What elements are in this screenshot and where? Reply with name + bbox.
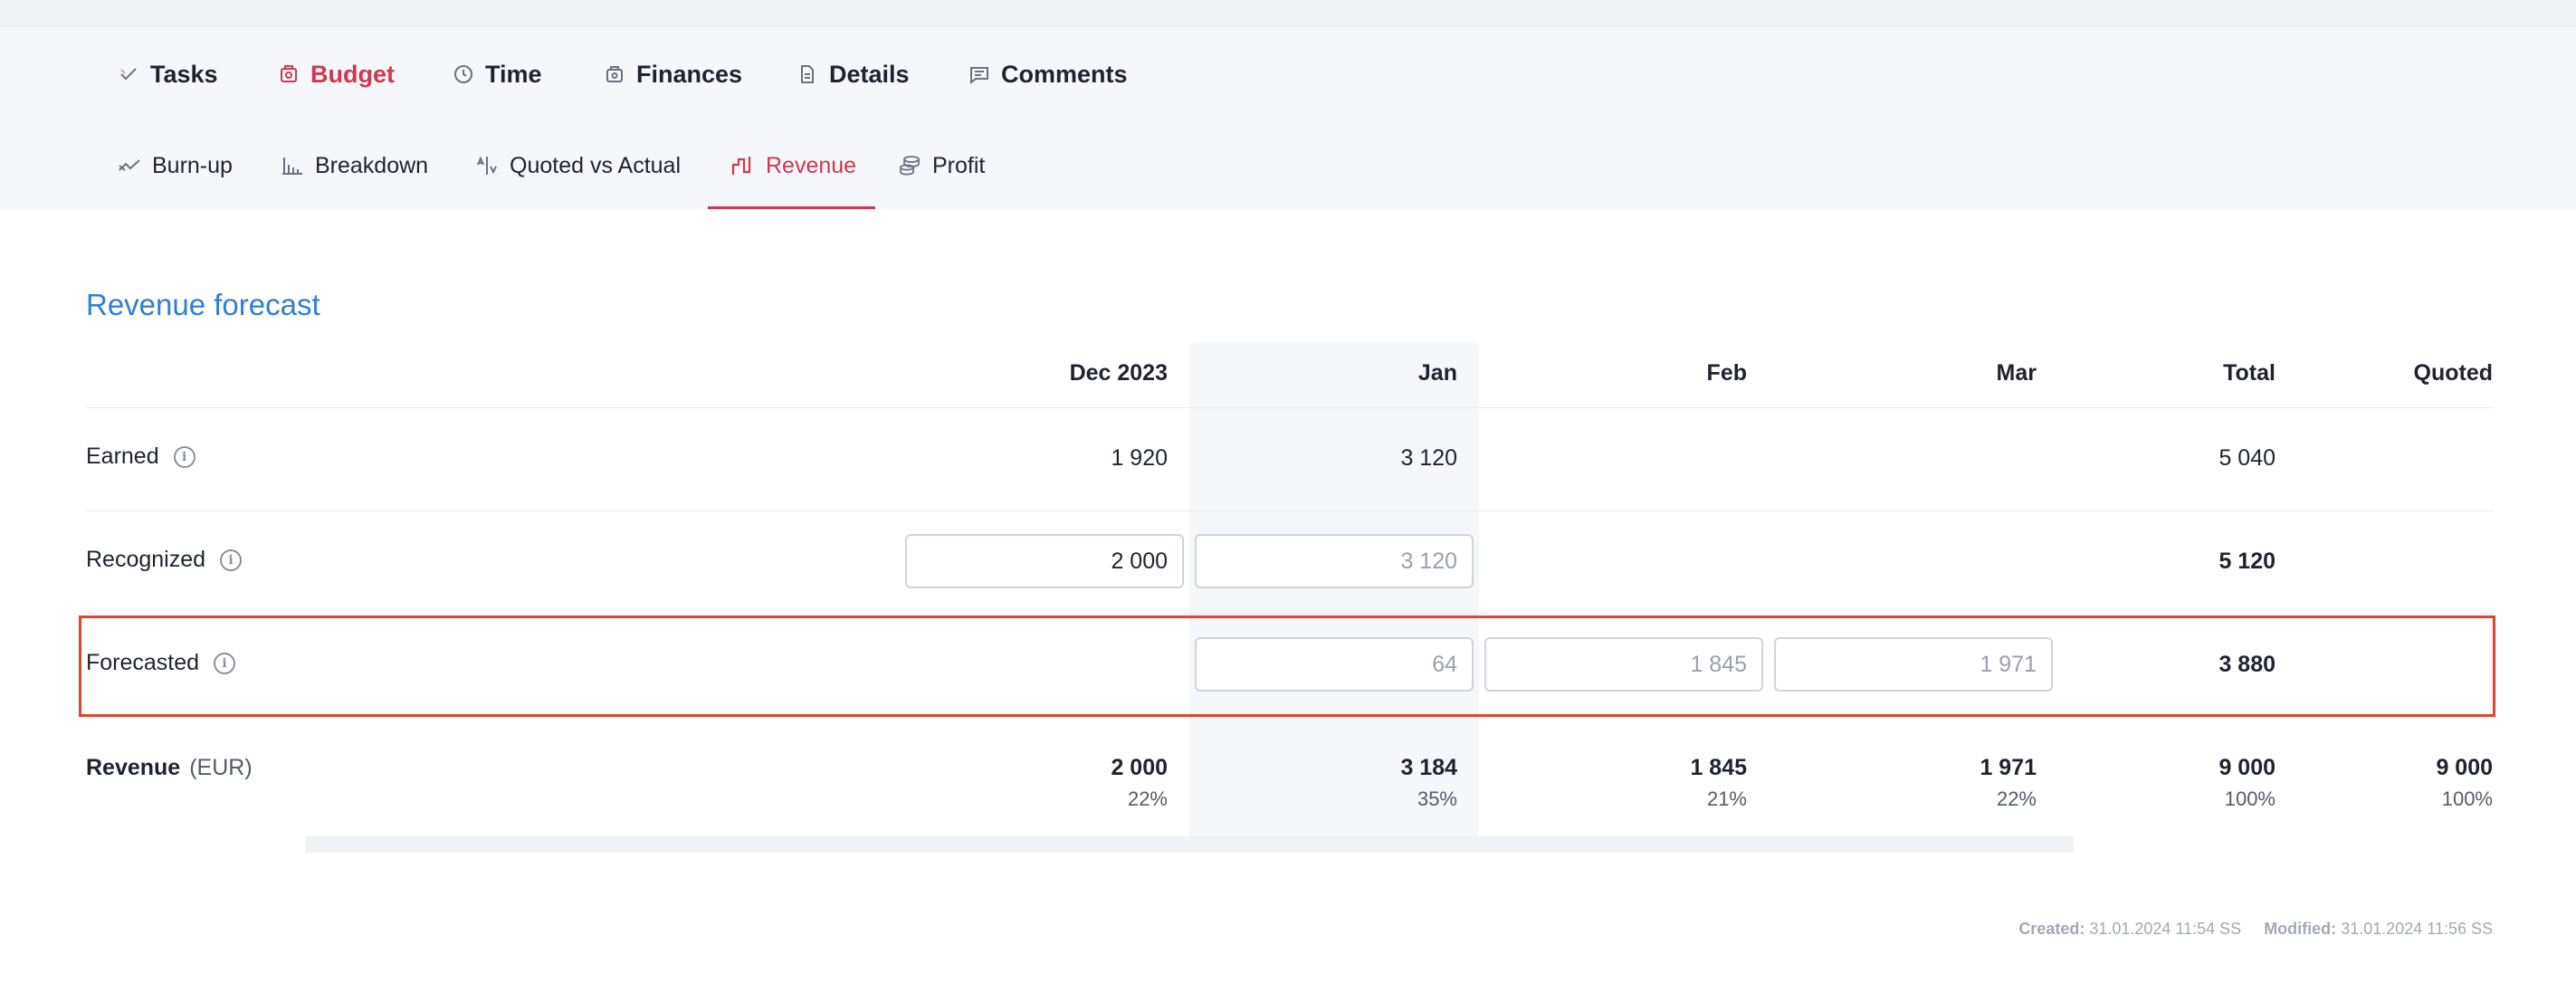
subtab-breakdown[interactable]: Breakdown — [281, 121, 428, 210]
tab-label: Budget — [310, 60, 395, 88]
subtab-label: Burn-up — [152, 152, 233, 178]
budget-icon — [281, 65, 297, 82]
revenue-dec-value: 2 000 — [1111, 755, 1168, 780]
created-value: 31.01.2024 11:54 SS — [2089, 920, 2242, 938]
tab-label: Tasks — [150, 60, 218, 88]
subtab-revenue[interactable]: Revenue — [731, 121, 856, 210]
column-header-jan: Jan — [1417, 360, 1457, 386]
clock-icon — [454, 65, 472, 83]
forecasted-row-highlight — [79, 616, 2495, 717]
recognized-total-value: 5 120 — [2218, 549, 2275, 574]
subtab-burn-up[interactable]: Burn-up — [118, 121, 233, 210]
revenue-quoted-percent: 100% — [2441, 787, 2493, 810]
row-divider — [86, 614, 2494, 615]
row-label-text: Revenue — [86, 755, 181, 780]
coins-icon — [900, 156, 920, 176]
info-icon[interactable]: i — [173, 445, 196, 468]
horizontal-scrollbar[interactable] — [305, 836, 2074, 853]
subtab-label: Revenue — [766, 152, 857, 178]
row-label-revenue: Revenue (EUR) — [86, 755, 253, 781]
revenue-jan-value: 3 184 — [1400, 755, 1457, 780]
tab-details[interactable]: Details — [797, 27, 910, 121]
top-strip — [0, 0, 2576, 27]
subtab-label: Quoted vs Actual — [510, 152, 682, 178]
burnup-icon — [119, 159, 140, 171]
document-icon — [801, 65, 814, 83]
revenue-total-value: 9 000 — [2218, 755, 2275, 780]
breakdown-icon — [282, 157, 302, 175]
revenue-icon — [731, 157, 751, 175]
tab-tasks[interactable]: Tasks — [118, 27, 218, 121]
earned-total-value: 5 040 — [2218, 445, 2275, 471]
tab-label: Comments — [1001, 60, 1128, 88]
revenue-total-percent: 100% — [2224, 787, 2275, 810]
revenue-feb-percent: 21% — [1706, 787, 1747, 810]
column-header-dec: Dec 2023 — [1069, 360, 1168, 386]
row-label-text: Recognized — [86, 547, 206, 572]
main-tab-bar: Tasks Budget Time Finances Details Comme… — [0, 27, 2576, 121]
column-header-feb: Feb — [1706, 360, 1747, 386]
subtab-profit[interactable]: Profit — [898, 121, 985, 210]
tab-label: Details — [829, 60, 910, 88]
tab-time[interactable]: Time — [453, 27, 542, 121]
earned-dec-value: 1 920 — [1111, 445, 1168, 471]
recognized-jan-input[interactable] — [1195, 534, 1474, 588]
check-icon — [120, 68, 137, 81]
row-divider — [86, 407, 2494, 408]
column-header-total: Total — [2223, 360, 2275, 386]
section-title: Revenue forecast — [86, 288, 320, 321]
row-label-recognized: Recognized i — [86, 547, 243, 573]
tab-label: Finances — [636, 60, 743, 88]
row-label-text: Earned — [86, 444, 159, 469]
quoted-vs-actual-icon — [477, 156, 497, 175]
active-subtab-underline — [708, 206, 875, 209]
footer-meta: Created: 31.01.2024 11:54 SS Modified: 3… — [2018, 920, 2493, 939]
tab-finances[interactable]: Finances — [604, 27, 742, 121]
revenue-quoted-value: 9 000 — [2436, 755, 2493, 780]
revenue-dec-percent: 22% — [1127, 787, 1168, 810]
revenue-jan-percent: 35% — [1417, 787, 1457, 810]
column-header-mar: Mar — [1996, 360, 2037, 386]
revenue-mar-percent: 22% — [1996, 787, 2037, 810]
modified-label: Modified: — [2264, 920, 2337, 938]
revenue-feb-value: 1 845 — [1690, 755, 1747, 780]
subtab-label: Profit — [932, 152, 986, 178]
comment-icon — [970, 67, 988, 85]
subtab-label: Breakdown — [315, 152, 429, 178]
column-header-quoted: Quoted — [2413, 360, 2494, 386]
row-label-earned: Earned i — [86, 444, 196, 470]
subtab-quoted-vs-actual[interactable]: Quoted vs Actual — [475, 121, 681, 210]
tab-label: Time — [485, 60, 542, 88]
info-icon[interactable]: i — [220, 549, 243, 571]
finances-icon — [606, 66, 623, 82]
currency-unit: (EUR) — [189, 755, 253, 780]
tab-comments[interactable]: Comments — [968, 27, 1128, 121]
tab-budget[interactable]: Budget — [278, 27, 395, 121]
recognized-dec-input[interactable] — [905, 534, 1184, 588]
earned-jan-value: 3 120 — [1400, 445, 1457, 471]
sub-tab-bar: Burn-up Breakdown Quoted vs Actual Reven… — [0, 121, 2576, 210]
modified-value: 31.01.2024 11:56 SS — [2341, 920, 2493, 938]
created-label: Created: — [2018, 920, 2085, 938]
revenue-mar-value: 1 971 — [1980, 755, 2037, 780]
